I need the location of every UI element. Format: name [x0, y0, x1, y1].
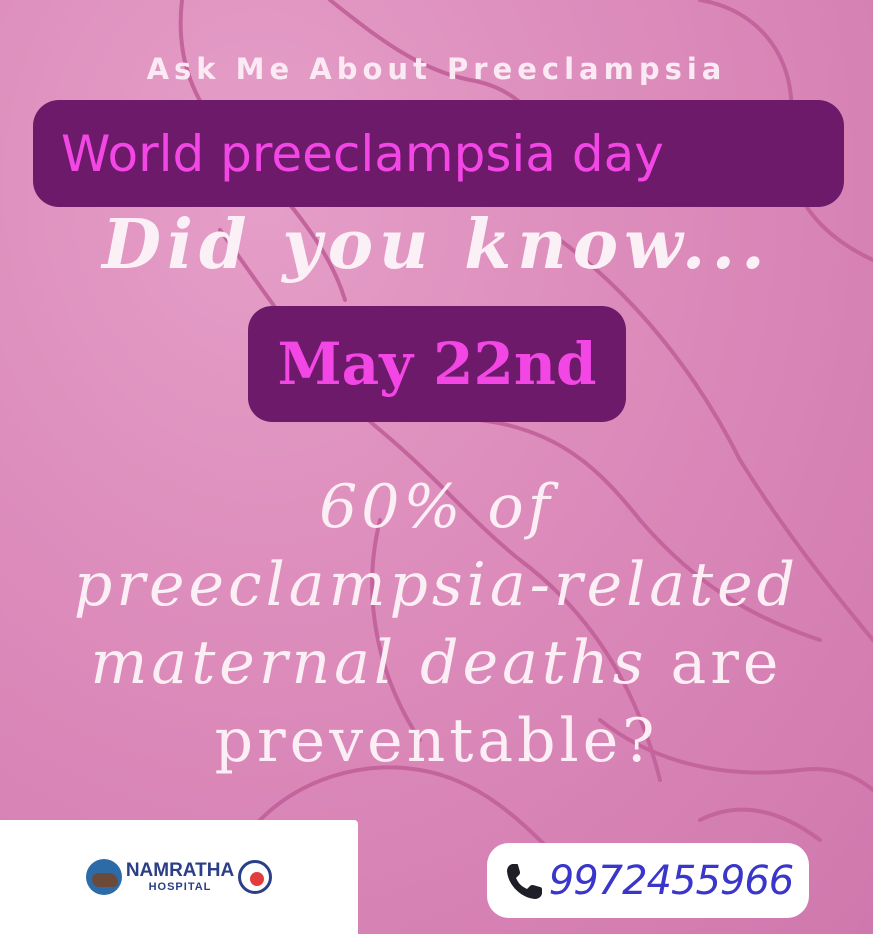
hospital-logo-card: NAMRATHA HOSPITAL: [0, 820, 358, 934]
fact-line-3: maternal deaths are: [0, 624, 873, 702]
hospital-seal-icon: [238, 860, 273, 894]
fact-statement: 60% of preeclampsia-related maternal dea…: [0, 468, 873, 780]
phone-icon: [506, 863, 542, 899]
fact-line-3-italic: maternal deaths: [90, 628, 648, 698]
fact-line-2: preeclampsia-related: [73, 550, 800, 620]
banner-title: World preeclampsia day: [61, 124, 664, 183]
fact-line-4: preventable?: [214, 706, 659, 776]
hospital-subtitle: HOSPITAL: [148, 881, 212, 893]
fact-line-3-rest: are: [647, 628, 783, 698]
hospital-emblem-icon: [85, 859, 122, 895]
phone-number[interactable]: 9972455966: [549, 858, 794, 904]
date-badge: May 22nd: [248, 306, 626, 422]
fact-line-1: 60% of: [319, 472, 554, 542]
did-you-know-heading: Did you know...: [102, 205, 771, 285]
tagline: Ask Me About Preeclampsia: [146, 52, 727, 86]
hospital-name: NAMRATHA: [125, 860, 235, 881]
phone-contact[interactable]: 9972455966: [487, 843, 809, 918]
date-label: May 22nd: [277, 330, 597, 398]
hospital-name-block: NAMRATHA HOSPITAL: [126, 861, 234, 893]
title-banner: World preeclampsia day: [33, 100, 844, 207]
hospital-logo: NAMRATHA HOSPITAL: [85, 859, 273, 895]
